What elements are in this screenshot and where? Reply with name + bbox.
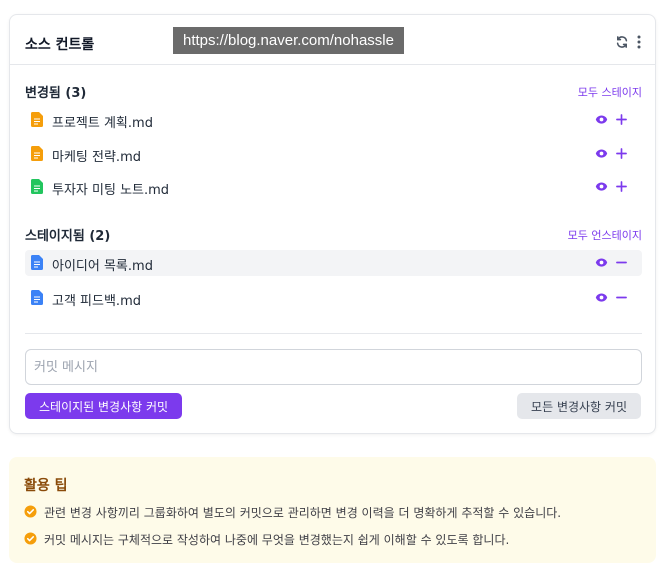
changed-section-header: 변경됨 (3) 모두 스테이지 [25, 82, 642, 101]
tips-panel: 활용 팁 관련 변경 사항끼리 그룹화하여 별도의 커밋으로 관리하면 변경 이… [9, 457, 656, 563]
watermark-url: https://blog.naver.com/nohassle [173, 27, 404, 54]
staged-section-title: 스테이지됨 (2) [25, 229, 111, 244]
staged-section-header: 스테이지됨 (2) 모두 언스테이지 [25, 225, 642, 244]
file-name: 고객 피드백.md [52, 294, 141, 309]
eye-icon[interactable] [594, 179, 608, 193]
file-icon [31, 255, 43, 270]
file-icon [31, 290, 43, 305]
plus-icon[interactable] [614, 146, 628, 160]
file-icon [31, 146, 43, 161]
changed-file-row[interactable]: 마케팅 전략.md [25, 141, 642, 167]
plus-icon[interactable] [614, 112, 628, 126]
panel-title: 소스 컨트롤 [25, 37, 95, 53]
changed-file-row[interactable]: 투자자 미팅 노트.md [25, 174, 642, 200]
changed-file-row[interactable]: 프로젝트 계획.md [25, 107, 642, 133]
unstage-all-link[interactable]: 모두 언스테이지 [568, 227, 642, 243]
panel-header: 소스 컨트롤 https://blog.naver.com/nohassle [10, 15, 655, 65]
check-circle-icon [24, 532, 37, 545]
tip-item: 관련 변경 사항끼리 그룹화하여 별도의 커밋으로 관리하면 변경 이력을 더 … [24, 503, 644, 521]
commit-all-button[interactable]: 모든 변경사항 커밋 [517, 393, 641, 419]
file-icon [31, 179, 43, 194]
file-name: 투자자 미팅 노트.md [52, 183, 170, 198]
row-actions [594, 255, 628, 269]
file-icon [31, 112, 43, 127]
tip-text: 관련 변경 사항끼리 그룹화하여 별도의 커밋으로 관리하면 변경 이력을 더 … [44, 506, 562, 520]
row-actions [594, 179, 628, 193]
file-name: 마케팅 전략.md [52, 150, 141, 165]
commit-staged-button[interactable]: 스테이지된 변경사항 커밋 [25, 393, 183, 419]
eye-icon[interactable] [594, 290, 608, 304]
file-name: 아이디어 목록.md [52, 259, 153, 274]
row-actions [594, 146, 628, 160]
staged-file-row[interactable]: 고객 피드백.md [25, 285, 642, 311]
divider [25, 333, 642, 334]
source-control-panel: 소스 컨트롤 https://blog.naver.com/nohassle 변… [9, 14, 656, 434]
eye-icon[interactable] [594, 255, 608, 269]
check-circle-icon [24, 505, 37, 518]
changed-section-title: 변경됨 (3) [25, 86, 87, 101]
row-actions [594, 112, 628, 126]
eye-icon[interactable] [594, 146, 608, 160]
staged-file-row[interactable]: 아이디어 목록.md [25, 250, 642, 276]
minus-icon[interactable] [614, 290, 628, 304]
file-name: 프로젝트 계획.md [52, 116, 153, 131]
plus-icon[interactable] [614, 179, 628, 193]
tips-title: 활용 팁 [24, 478, 68, 494]
stage-all-link[interactable]: 모두 스테이지 [578, 84, 642, 100]
header-actions [614, 34, 643, 50]
commit-message-input[interactable] [25, 349, 642, 385]
row-actions [594, 290, 628, 304]
more-vertical-icon[interactable] [635, 34, 643, 50]
minus-icon[interactable] [614, 255, 628, 269]
refresh-icon[interactable] [614, 34, 630, 50]
tip-text: 커밋 메시지는 구체적으로 작성하여 나중에 무엇을 변경했는지 쉽게 이해할 … [44, 533, 510, 547]
eye-icon[interactable] [594, 112, 608, 126]
tip-item: 커밋 메시지는 구체적으로 작성하여 나중에 무엇을 변경했는지 쉽게 이해할 … [24, 530, 644, 548]
